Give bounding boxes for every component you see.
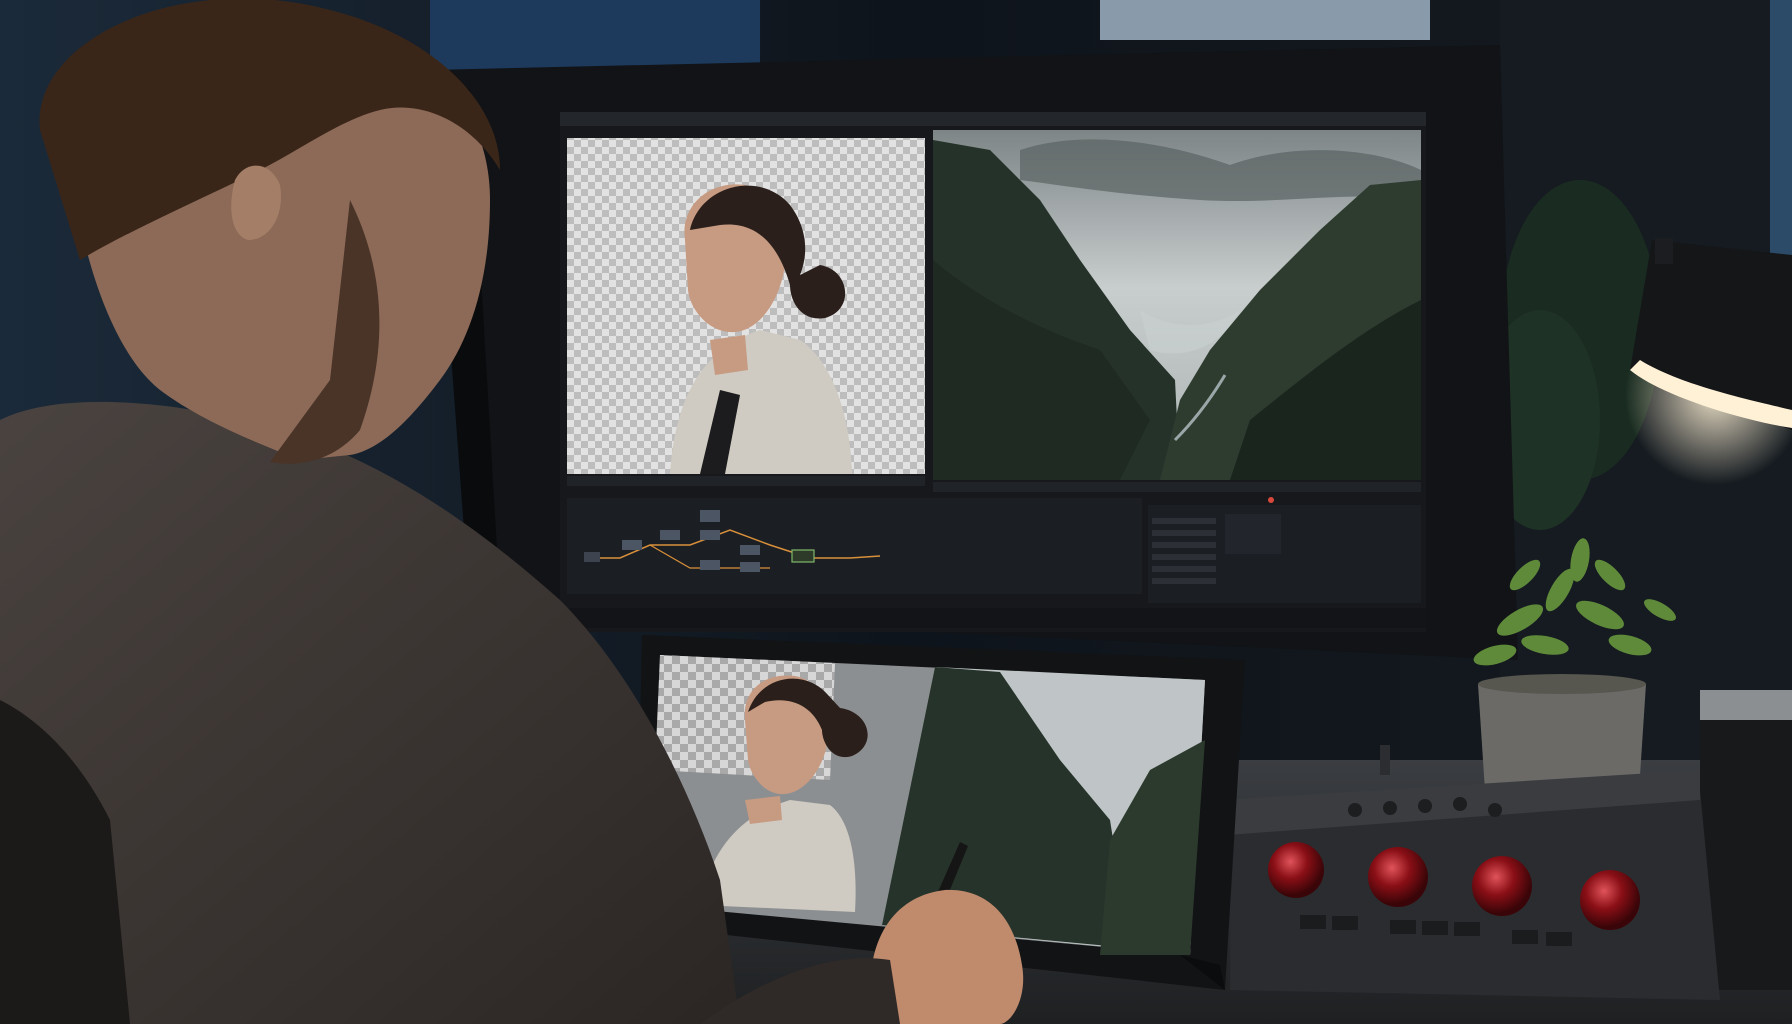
panel-knob[interactable] <box>1383 801 1397 815</box>
ui-menubar <box>560 112 1426 126</box>
node-5 <box>700 560 720 570</box>
node-7 <box>740 562 760 572</box>
window-edge-right <box>1770 0 1792 260</box>
viewer-toolbar-right <box>933 482 1421 492</box>
panel-knob[interactable] <box>1348 803 1362 817</box>
trackball-1[interactable] <box>1268 842 1324 898</box>
source-viewer <box>567 138 925 474</box>
node-6 <box>740 545 760 555</box>
panel-key[interactable] <box>1422 921 1448 935</box>
trackball-2[interactable] <box>1368 847 1428 907</box>
panel-key[interactable] <box>1332 916 1358 930</box>
scene-svg <box>0 0 1792 1024</box>
panel-knob[interactable] <box>1453 797 1467 811</box>
panel-key[interactable] <box>1546 932 1572 946</box>
node-1 <box>622 540 642 550</box>
panel-key[interactable] <box>1300 915 1326 929</box>
window-panel-top <box>1100 0 1430 40</box>
inspector-panel <box>1148 497 1421 603</box>
ui-statusbar <box>560 608 1426 628</box>
main-monitor <box>430 45 1518 660</box>
viewer-toolbar-left <box>567 476 925 486</box>
photo-scene <box>0 0 1792 1024</box>
program-viewer <box>933 130 1421 480</box>
desk-lamp-icon <box>1625 238 1792 485</box>
panel-key[interactable] <box>1512 930 1538 944</box>
trackball-4[interactable] <box>1580 870 1640 930</box>
panel-key[interactable] <box>1454 922 1480 936</box>
node-4 <box>700 530 720 540</box>
panel-key[interactable] <box>1390 920 1416 934</box>
node-editor <box>567 498 1142 594</box>
node-3 <box>700 510 720 522</box>
window-panel-left <box>430 0 760 70</box>
trackball-3[interactable] <box>1472 856 1532 916</box>
node-output <box>791 549 815 563</box>
panel-knob[interactable] <box>1418 799 1432 813</box>
panel-knob[interactable] <box>1488 803 1502 817</box>
editor-ui <box>560 112 1426 632</box>
node-2 <box>660 530 680 540</box>
node-input <box>584 552 600 562</box>
